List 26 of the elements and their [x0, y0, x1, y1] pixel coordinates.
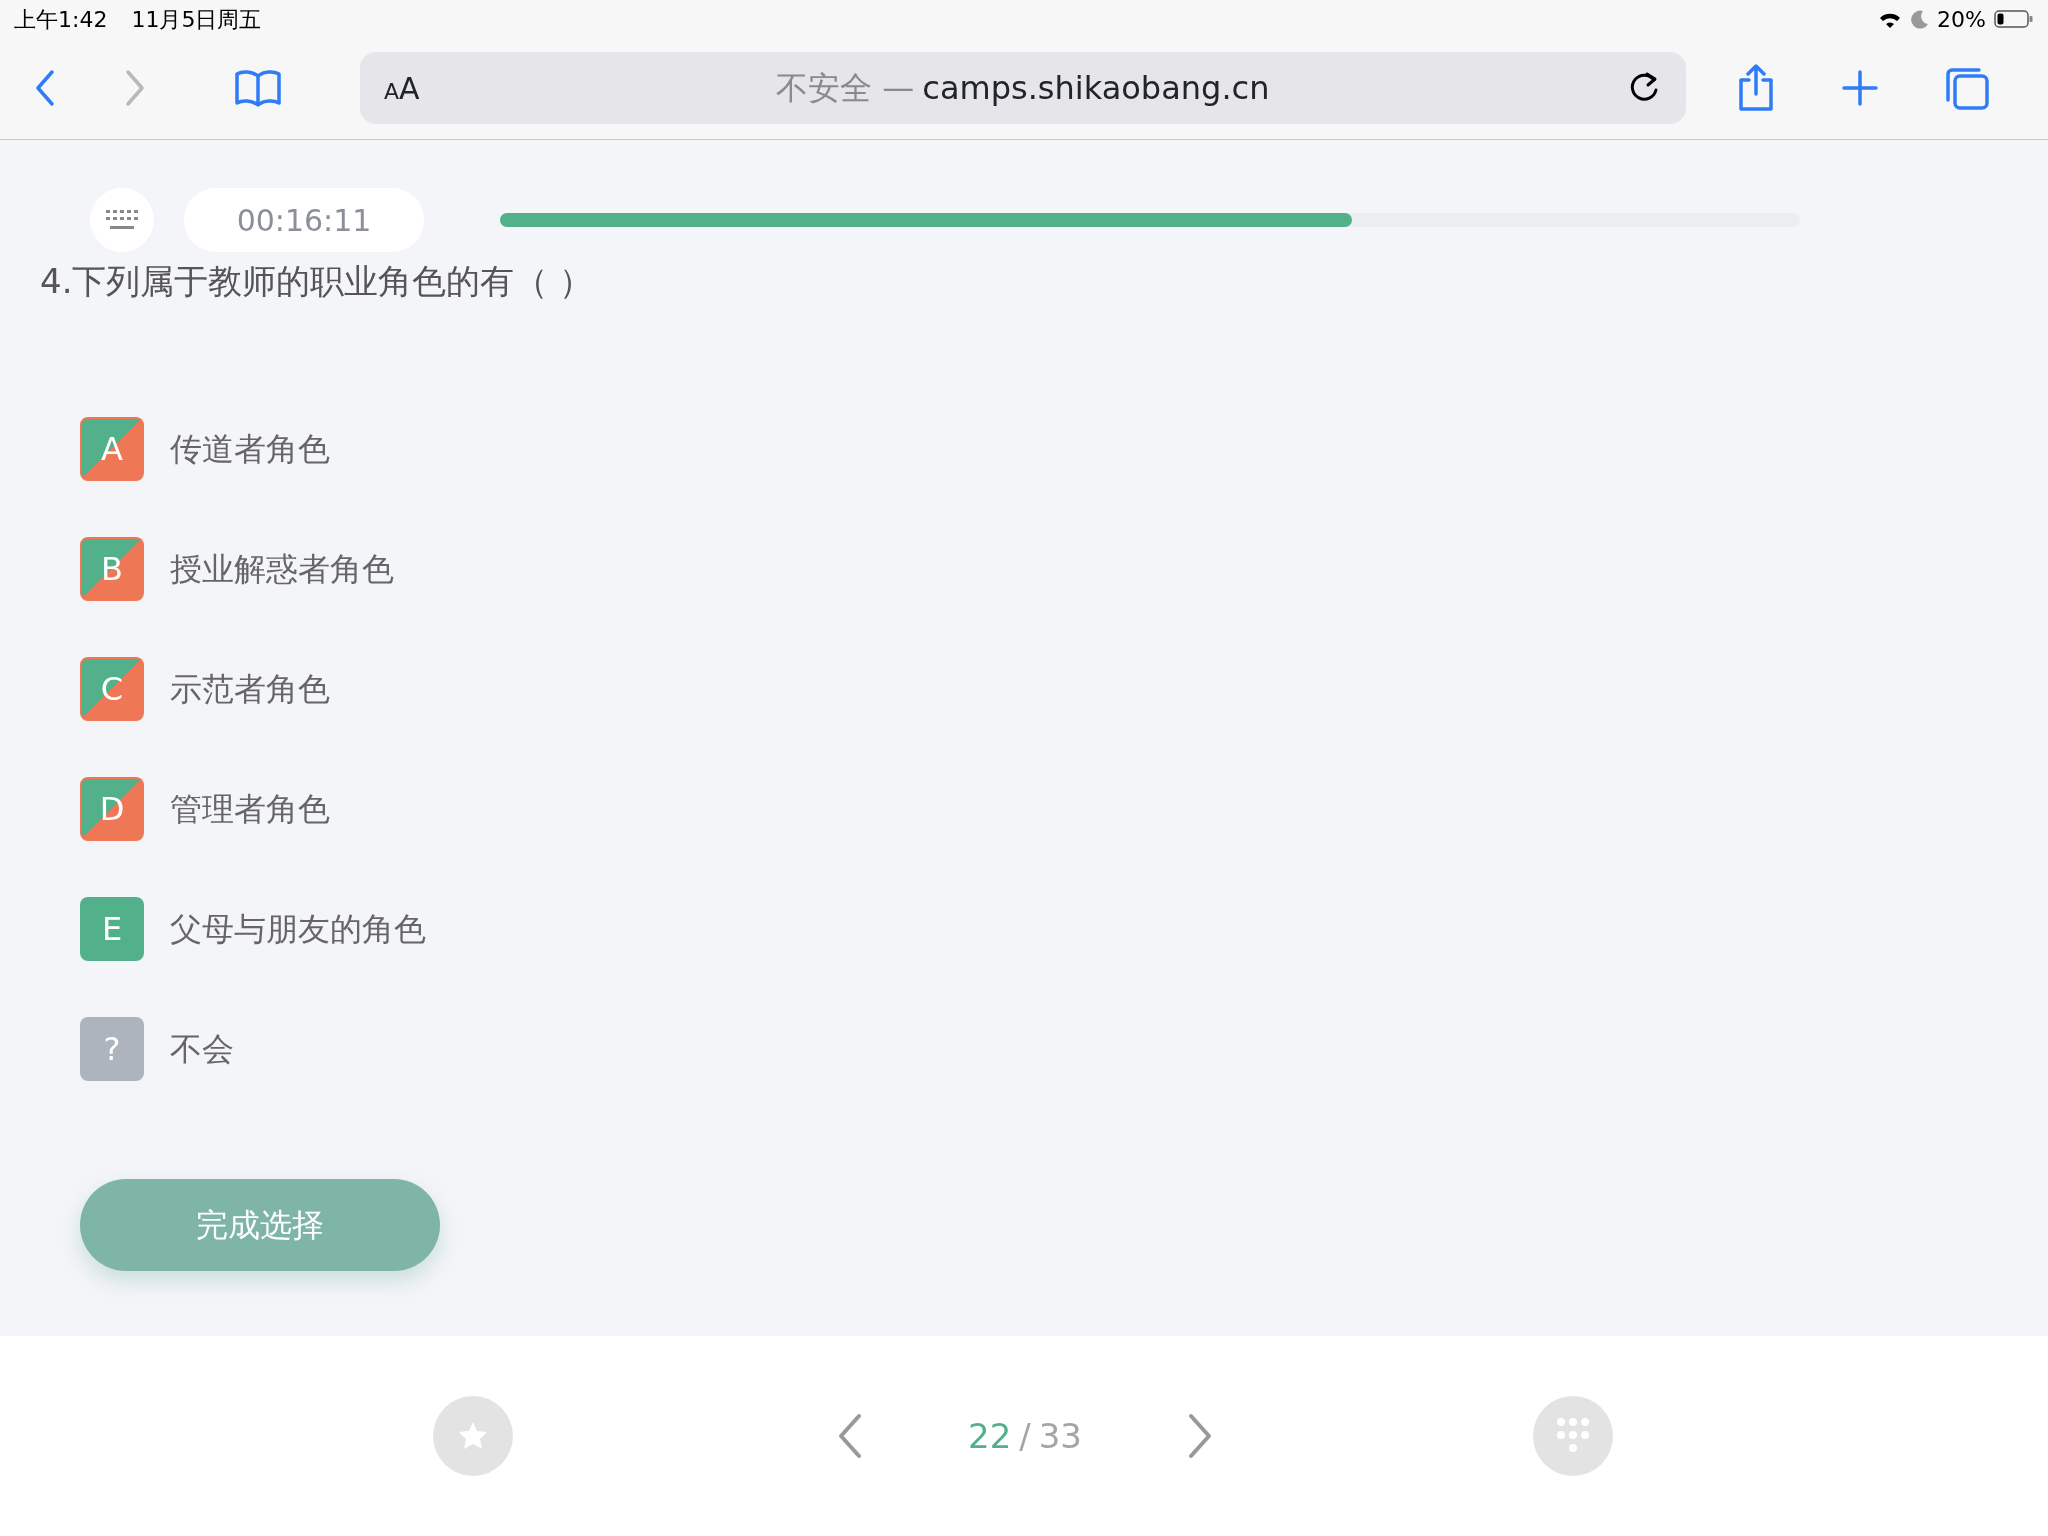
battery-percent: 20% — [1937, 5, 1986, 34]
plus-icon[interactable] — [1840, 68, 1880, 108]
security-label: 不安全 — — [776, 68, 915, 109]
total-pages: 33 — [1038, 1414, 1082, 1458]
option-text[interactable]: 授业解惑者角色 — [170, 545, 394, 593]
option-text[interactable]: 示范者角色 — [170, 665, 330, 713]
option-text[interactable]: 传道者角色 — [170, 425, 330, 473]
option-text[interactable]: 父母与朋友的角色 — [170, 905, 426, 953]
option-letter[interactable]: E — [80, 897, 144, 961]
current-page: 22 — [968, 1414, 1012, 1458]
book-icon[interactable] — [234, 68, 282, 108]
address-bar[interactable]: AA 不安全 — camps.shikaobang.cn — [360, 52, 1686, 124]
tabs-icon[interactable] — [1944, 65, 1990, 111]
timer: 00:16:11 — [184, 188, 424, 252]
option-text[interactable]: 管理者角色 — [170, 785, 330, 833]
status-time: 上午1:42 — [14, 5, 108, 34]
option-text[interactable]: 不会 — [170, 1025, 234, 1073]
question-text: 4.下列属于教师的职业角色的有（ ） — [40, 260, 595, 303]
status-date: 11月5日周五 — [131, 5, 262, 34]
page-separator: / — [1019, 1414, 1031, 1458]
url-text: camps.shikaobang.cn — [922, 68, 1270, 109]
keyboard-icon — [105, 208, 139, 232]
moon-icon — [1911, 9, 1930, 29]
battery-icon — [1994, 9, 2034, 29]
text-size-button[interactable]: AA — [384, 65, 420, 111]
share-icon[interactable] — [1736, 64, 1776, 112]
